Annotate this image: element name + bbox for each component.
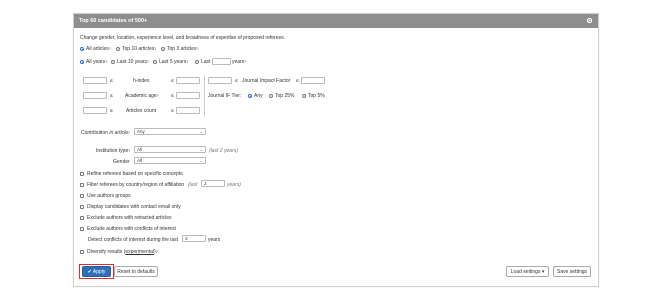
filter-country-years-input[interactable]: 2 (201, 180, 225, 187)
le-sign: ≤ (171, 108, 174, 114)
radio-tier-top25[interactable] (269, 94, 273, 98)
gender-select[interactable]: All ⌄ (134, 157, 206, 164)
jif-label: Journal Impact Factor (242, 78, 291, 84)
academic-age-min-input[interactable] (83, 92, 107, 99)
contribution-select[interactable]: Any ⌄ (134, 128, 206, 135)
caret-down-icon: ▾ (541, 269, 545, 275)
filter-country-suffix: years) (227, 182, 241, 188)
radio-last5-years[interactable] (153, 60, 157, 64)
label-retracted: Exclude authors with retracted articles (87, 215, 172, 221)
jif-min-input[interactable] (208, 77, 232, 84)
experimental-link[interactable]: experimental (125, 249, 154, 255)
label-contact-email: Display candidates with contact email on… (87, 204, 181, 210)
articles-count-min-input[interactable] (83, 107, 107, 114)
radio-all-articles[interactable] (80, 47, 84, 51)
metrics-divider (204, 75, 205, 117)
last-years-input[interactable] (212, 58, 231, 65)
radio-top10-articles[interactable] (116, 47, 120, 51)
intro-text: Change gender, location, experience leve… (80, 35, 286, 41)
label-tier-top5: Top 5% (308, 93, 325, 99)
jif-max-input[interactable] (301, 77, 325, 84)
checkbox-diversify[interactable] (80, 250, 84, 254)
h-index-min-input[interactable] (83, 77, 107, 84)
panel-header: Top 60 candidates of 500+ (74, 14, 598, 28)
label-all-articles: All articles? (86, 46, 111, 52)
label-last: Last (201, 59, 211, 65)
radio-last-n-years[interactable] (195, 60, 199, 64)
academic-age-max-input[interactable] (176, 92, 200, 99)
panel-title: Top 60 candidates of 500+ (79, 18, 148, 24)
radio-tier-top5[interactable] (302, 94, 306, 98)
radio-top3-articles[interactable] (161, 47, 165, 51)
gender-value: All (137, 158, 143, 163)
contribution-value: Any (137, 129, 145, 134)
checkbox-contact-email[interactable] (80, 205, 84, 209)
le-sign: ≤ (171, 78, 174, 84)
checkbox-retracted[interactable] (80, 216, 84, 220)
radio-tier-any[interactable] (248, 94, 252, 98)
jif-tier-label: Journal IF Tier: (208, 93, 242, 99)
label-conflicts: Exclude authors with conflicts of intere… (87, 226, 176, 232)
detect-conflicts-suffix: years (208, 237, 221, 243)
label-top10-articles: Top 10 articles? (122, 46, 157, 52)
h-index-label: h-index (133, 78, 150, 84)
le-sign: ≤ (110, 108, 113, 114)
label-tier-any: Any (254, 93, 263, 99)
filter-panel: Top 60 candidates of 500+ Change gender,… (73, 13, 599, 287)
checkbox-filter-country[interactable] (80, 183, 84, 187)
load-settings-label: Load settings (510, 269, 541, 275)
radio-last10-years[interactable] (111, 60, 115, 64)
label-top3-articles: Top 3 articles? (167, 46, 199, 52)
institution-type-note: (last 2 years) (209, 148, 238, 154)
check-icon: ✔ (87, 269, 92, 275)
chevron-down-icon: ⌄ (199, 158, 203, 163)
le-sign: ≤ (171, 93, 174, 99)
label-diversify: Diversify results (experimental)? (87, 249, 158, 255)
chevron-down-icon: ⌄ (199, 147, 203, 152)
detect-conflicts-years-input[interactable]: 3 (182, 235, 206, 242)
contribution-label: Contribution in article? (81, 130, 130, 136)
load-settings-button[interactable]: Load settings ▾ (506, 266, 549, 277)
gender-label: Gender (113, 159, 130, 165)
institution-type-value: All (137, 147, 143, 152)
le-sign: ≤ (110, 93, 113, 99)
institution-type-label: Institution type? (96, 148, 131, 154)
le-sign: ≤ (296, 78, 299, 84)
h-index-max-input[interactable] (176, 77, 200, 84)
save-settings-button[interactable]: Save settings (553, 266, 591, 277)
detect-conflicts-label: Detect conflicts of interest during the … (88, 237, 179, 243)
label-tier-top25: Top 25% (275, 93, 295, 99)
label-last5-years: Last 5 years? (159, 59, 189, 65)
checkbox-author-groups[interactable] (80, 194, 84, 198)
apply-button[interactable]: ✔ Apply (82, 266, 111, 277)
reset-defaults-button[interactable]: Reset to defaults (114, 266, 158, 277)
articles-count-max-input[interactable] (176, 107, 200, 114)
le-sign: ≤ (235, 78, 238, 84)
gear-icon[interactable] (586, 17, 593, 24)
label-years: years? (232, 59, 247, 65)
checkbox-refine-concepts[interactable] (80, 172, 84, 176)
apply-label: Apply (92, 269, 106, 275)
institution-type-select[interactable]: All ⌄ (134, 146, 206, 153)
filter-country-note: (last (188, 182, 198, 188)
radio-all-years[interactable] (80, 60, 84, 64)
academic-age-label: Academic age? (125, 93, 159, 99)
chevron-down-icon: ⌄ (199, 129, 203, 134)
label-author-groups: Use authors groups (87, 193, 131, 199)
le-sign: ≤ (110, 78, 113, 84)
articles-count-label: Articles count (126, 108, 157, 114)
label-filter-country: Filter referees by country/region of aff… (87, 182, 185, 188)
label-refine-concepts: Refine referees based on specific concep… (87, 171, 183, 177)
label-last10-years: Last 10 years? (117, 59, 149, 65)
label-all-years: All years? (86, 59, 108, 65)
checkbox-conflicts[interactable] (80, 227, 84, 231)
